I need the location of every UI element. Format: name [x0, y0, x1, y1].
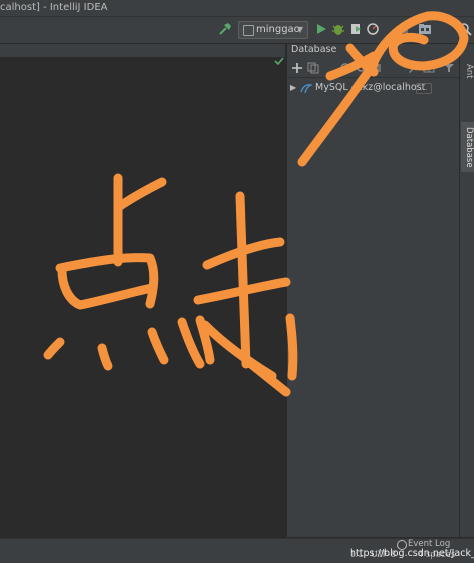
search-icon[interactable]	[458, 22, 472, 36]
expand-arrow-icon[interactable]: ▶	[290, 80, 296, 96]
main-toolbar: minggao ▼	[0, 17, 474, 44]
editor-tab-bar	[0, 44, 285, 57]
coverage-icon[interactable]	[349, 22, 363, 36]
tab-ant[interactable]: Ant	[461, 54, 474, 88]
checkmark-icon	[274, 57, 284, 66]
refresh-icon[interactable]	[339, 62, 351, 74]
settings-icon[interactable]	[355, 62, 367, 74]
table-icon[interactable]	[423, 62, 435, 74]
status-bar: Event Log 1:1 UTF-8 4 spaces https://blo…	[0, 538, 474, 563]
copy-icon[interactable]	[307, 62, 319, 74]
watermark-text: https://blog.csdn.net/Jack_Yn1	[350, 548, 474, 559]
mysql-icon	[300, 84, 312, 94]
add-icon[interactable]	[291, 62, 303, 74]
database-panel-title: Database	[291, 44, 337, 55]
profile-icon[interactable]	[366, 22, 380, 36]
run-configuration-label: minggao	[256, 24, 300, 35]
project-structure-icon[interactable]	[418, 22, 432, 36]
edit-icon[interactable]	[407, 62, 419, 74]
debug-icon[interactable]	[331, 22, 345, 36]
tab-database[interactable]: Database	[461, 122, 474, 172]
more-button[interactable]: ...	[416, 83, 432, 94]
stop-icon[interactable]	[397, 22, 411, 36]
datasource-label: MySQL - xkz@localhost	[315, 82, 426, 93]
window-title: calhost] - IntelliJ IDEA	[0, 2, 108, 13]
editor-area[interactable]	[0, 58, 285, 537]
stop-icon[interactable]	[371, 62, 383, 74]
database-toolbar	[287, 60, 459, 78]
filter-icon[interactable]	[443, 62, 455, 74]
database-panel: Database ▶ MySQL - xkz@localhost ...	[286, 44, 459, 537]
tree-item-datasource[interactable]: ▶ MySQL - xkz@localhost ...	[287, 80, 459, 96]
run-icon[interactable]	[314, 22, 328, 36]
run-configuration-dropdown[interactable]: minggao ▼	[238, 21, 308, 39]
chevron-down-icon: ▼	[296, 25, 303, 34]
right-tool-strip: Ant Database	[459, 44, 474, 537]
hammer-icon[interactable]	[218, 22, 232, 36]
config-icon	[243, 25, 254, 36]
title-bar: calhost] - IntelliJ IDEA	[0, 0, 474, 17]
